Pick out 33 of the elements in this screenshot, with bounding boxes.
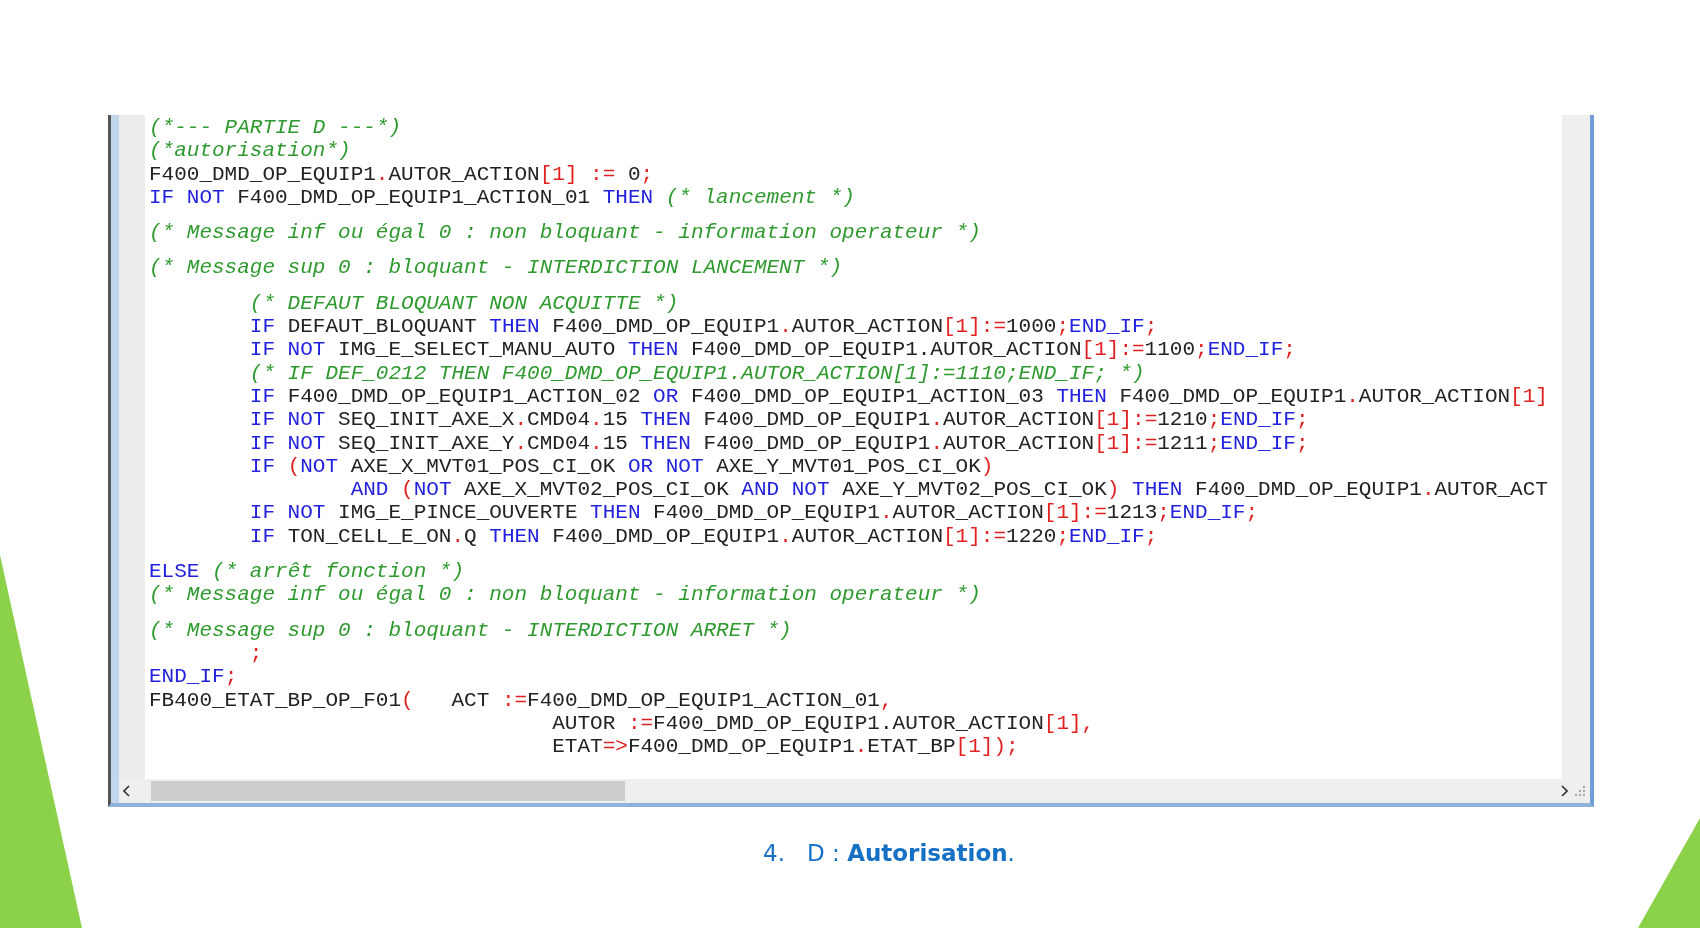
chevron-left-icon[interactable] <box>123 785 131 797</box>
code-line: FB400_ETAT_BP_OP_F01( ACT :=F400_DMD_OP_EQUIP1_ACTION_01, <box>149 688 894 712</box>
code-line: END_IF; <box>149 665 239 689</box>
code-line: (*--- PARTIE D ---*) <box>149 116 403 140</box>
code-line: IF NOT F400_DMD_OP_EQUIP1_ACTION_01 THEN (* lancement *) <box>149 185 856 210</box>
code-line: F400_DMD_OP_EQUIP1.AUTOR_ACTION[1] := 0; <box>149 162 655 186</box>
code-line: AUTOR :=F400_DMD_OP_EQUIP1.AUTOR_ACTION[1], <box>551 711 1096 736</box>
resize-grip-icon[interactable] <box>1574 785 1586 797</box>
code-line: IF NOT SEQ_INIT_AXE_Y.CMD04.15 THEN F400_DMD_OP_EQUIP1.AUTOR_ACTION[1]:=1211;END_IF; <box>248 431 1310 455</box>
chevron-right-icon[interactable] <box>1560 785 1568 797</box>
code-line: IF DEFAUT_BLOQUANT THEN F400_DMD_OP_EQUIP1.AUTOR_ACTION[1]:=1000;END_IF; <box>248 315 1159 339</box>
code-line: ELSE (* arrêt fonction *) <box>149 560 466 584</box>
horizontal-scrollbar[interactable] <box>119 779 1590 803</box>
code-line: (*autorisation*) <box>149 139 352 163</box>
code-line: IF NOT IMG_E_PINCE_OUVERTE THEN F400_DMD_OP_EQUIP1.AUTOR_ACTION[1]:=1213;END_IF; <box>248 501 1260 525</box>
code-line: IF TON_CELL_E_ON.Q THEN F400_DMD_OP_EQUIP1.AUTOR_ACTION[1]:=1220;END_IF; <box>248 524 1159 549</box>
code-line: (* Message inf ou égal 0 : non bloquant - information operateur *) <box>149 583 982 607</box>
code-line: (* Message sup 0 : bloquant - INTERDICTION LANCEMENT *) <box>149 256 844 280</box>
code-line: AND (NOT AXE_X_MVT02_POS_CI_OK AND NOT AXE_Y_MVT02_POS_CI_OK) THEN F400_DMD_OP_EQUIP1.AUTOR_ACT <box>349 478 1549 502</box>
vertical-scrollbar[interactable] <box>1562 115 1590 779</box>
caption-text: D : Autorisation. <box>807 840 1015 866</box>
code-line: IF (NOT AXE_X_MVT01_POS_CI_OK OR NOT AXE_Y_MVT01_POS_CI_OK) <box>248 454 995 479</box>
code-line: IF NOT SEQ_INIT_AXE_X.CMD04.15 THEN F400_DMD_OP_EQUIP1.AUTOR_ACTION[1]:=1210;END_IF; <box>248 408 1310 432</box>
code-line: (* Message inf ou égal 0 : non bloquant - information operateur *) <box>149 221 982 245</box>
code-line: IF NOT IMG_E_SELECT_MANU_AUTO THEN F400_DMD_OP_EQUIP1.AUTOR_ACTION[1]:=1100;END_IF; <box>248 338 1297 362</box>
code-line: (* Message sup 0 : bloquant - INTERDICTION ARRET *) <box>149 618 793 642</box>
scrollbar-thumb[interactable] <box>151 781 625 801</box>
list-number: 4. <box>763 840 786 866</box>
code-line: IF F400_DMD_OP_EQUIP1_ACTION_02 OR F400_DMD_OP_EQUIP1_ACTION_03 THEN F400_DMD_OP_EQUIP1.AUTOR_ACTION[1] <box>248 384 1549 409</box>
code-line: (* IF DEF_0212 THEN F400_DMD_OP_EQUIP1.AUTOR_ACTION[1]:=1110;END_IF; *) <box>248 361 1146 385</box>
code-line: ETAT=>F400_DMD_OP_EQUIP1.ETAT_BP[1]); <box>551 735 1020 759</box>
code-line: ; <box>248 641 264 666</box>
code-line: (* DEFAUT BLOQUANT NON ACQUITTE *) <box>248 291 680 316</box>
